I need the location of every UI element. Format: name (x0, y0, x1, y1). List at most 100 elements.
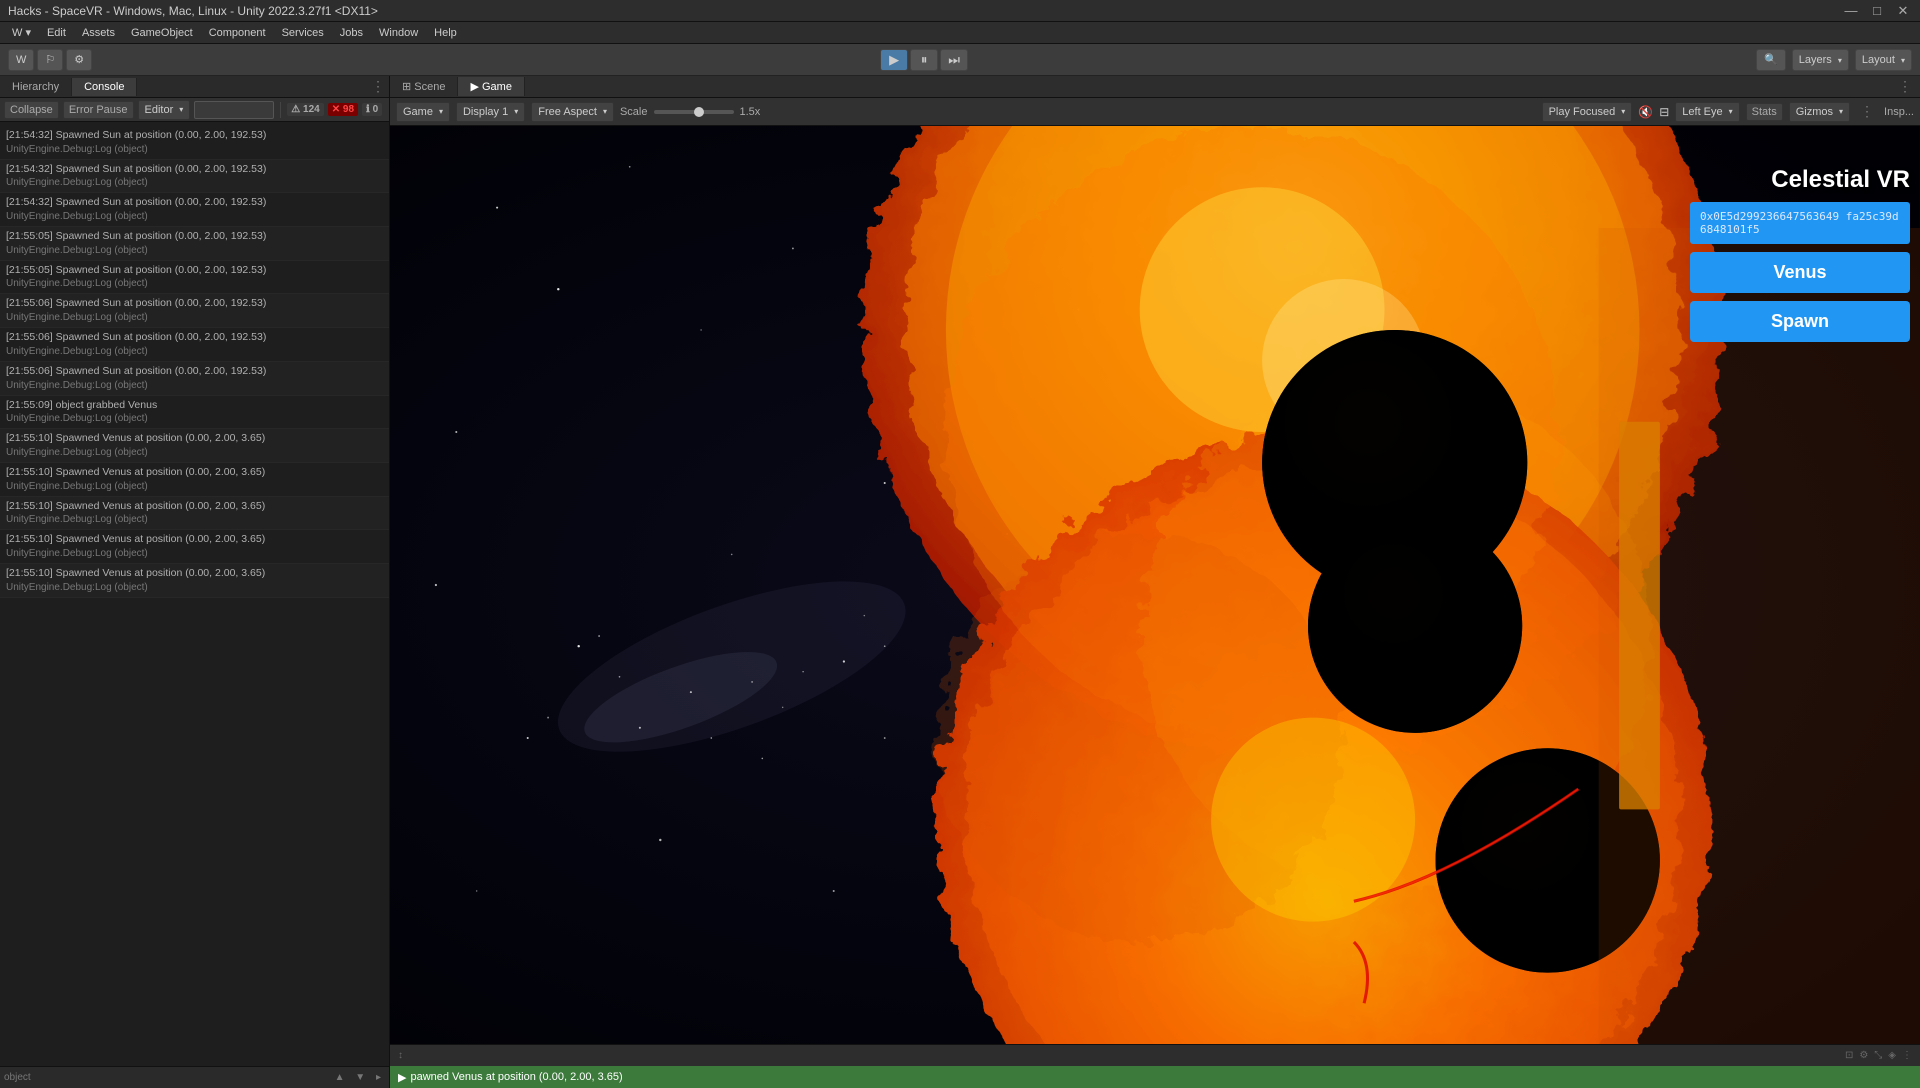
log-sub: UnityEngine.Debug:Log (object) (6, 480, 383, 494)
collapse-button[interactable]: Collapse (4, 101, 59, 119)
pause-button[interactable]: ⏸ (910, 49, 938, 71)
log-item[interactable]: [21:55:10] Spawned Venus at position (0.… (0, 564, 389, 598)
tab-game[interactable]: ▶ Game (458, 77, 524, 96)
mute-icon[interactable]: 🔇 (1638, 105, 1653, 119)
menu-services[interactable]: Services (274, 25, 332, 41)
minimize-button[interactable]: — (1842, 3, 1860, 19)
eye-dropdown[interactable]: Left Eye ▾ (1675, 102, 1739, 122)
display-dropdown[interactable]: Display 1 ▾ (456, 102, 525, 122)
console-toolbar: Collapse Error Pause Editor ▾ ⚠ 124 ✕ 98… (0, 98, 389, 122)
gizmos-dropdown[interactable]: Gizmos ▾ (1789, 102, 1850, 122)
log-item[interactable]: [21:55:10] Spawned Venus at position (0.… (0, 463, 389, 497)
menu-w[interactable]: W ▾ (4, 24, 39, 41)
error-pause-button[interactable]: Error Pause (63, 101, 134, 119)
log-item[interactable]: [21:55:05] Spawned Sun at position (0.00… (0, 261, 389, 295)
log-sub: UnityEngine.Debug:Log (object) (6, 244, 383, 258)
scale-value: 1.5x (740, 106, 761, 118)
search-button[interactable]: 🔍 (1756, 49, 1786, 71)
log-item[interactable]: [21:55:06] Spawned Sun at position (0.00… (0, 362, 389, 396)
layout-chevron: ▾ (1901, 56, 1905, 65)
log-item[interactable]: [21:55:06] Spawned Sun at position (0.00… (0, 328, 389, 362)
menu-gameobject[interactable]: GameObject (123, 25, 201, 41)
menu-jobs[interactable]: Jobs (332, 25, 371, 41)
game-dropdown[interactable]: Game ▾ (396, 102, 450, 122)
log-sub: UnityEngine.Debug:Log (object) (6, 446, 383, 460)
tabs-more[interactable]: ⋮ (1894, 78, 1920, 95)
log-item[interactable]: [21:54:32] Spawned Sun at position (0.00… (0, 193, 389, 227)
log-sub: UnityEngine.Debug:Log (object) (6, 547, 383, 561)
tab-console[interactable]: Console (72, 78, 137, 96)
game-more-btn[interactable]: ⋮ (1856, 103, 1878, 120)
log-sub: UnityEngine.Debug:Log (object) (6, 277, 383, 291)
log-item[interactable]: [21:55:05] Spawned Sun at position (0.00… (0, 227, 389, 261)
scroll-up-btn[interactable]: ▲ (331, 1072, 349, 1083)
log-sub: UnityEngine.Debug:Log (object) (6, 513, 383, 527)
log-item[interactable]: [21:54:32] Spawned Sun at position (0.00… (0, 126, 389, 160)
game-toolbar-right: Play Focused ▾ 🔇 ⊟ Left Eye ▾ Stats Gizm… (1542, 102, 1914, 122)
layout-dropdown[interactable]: Layout ▾ (1855, 49, 1912, 71)
log-main: [21:55:06] Spawned Sun at position (0.00… (6, 296, 383, 311)
menu-window[interactable]: Window (371, 25, 426, 41)
scale-slider-container (654, 110, 734, 114)
game-view[interactable]: Celestial VR 0x0E5d299236647563649 fa25c… (390, 126, 1920, 1044)
spawn-button[interactable]: Spawn (1690, 301, 1910, 342)
step-button[interactable]: ⏭ (940, 49, 968, 71)
log-main: [21:54:32] Spawned Sun at position (0.00… (6, 162, 383, 177)
tab-scene[interactable]: ⊞ Scene (390, 77, 458, 96)
log-main: [21:55:10] Spawned Venus at position (0.… (6, 566, 383, 581)
window-controls: — □ ✕ (1842, 3, 1912, 19)
game-toolbar: Game ▾ Display 1 ▾ Free Aspect ▾ Scale (390, 98, 1920, 126)
log-main: [21:55:10] Spawned Venus at position (0.… (6, 499, 383, 514)
scale-slider[interactable] (654, 110, 734, 114)
tool-settings[interactable]: ⚙ (66, 49, 92, 71)
log-sub: UnityEngine.Debug:Log (object) (6, 143, 383, 157)
left-panel-tabs: Hierarchy Console ⋮ (0, 76, 389, 98)
status-bar: ▶ pawned Venus at position (0.00, 2.00, … (390, 1066, 1920, 1088)
log-item[interactable]: [21:55:10] Spawned Venus at position (0.… (0, 530, 389, 564)
log-main: [21:54:32] Spawned Sun at position (0.00… (6, 195, 383, 210)
menu-edit[interactable]: Edit (39, 25, 74, 41)
vr-hash: 0x0E5d299236647563649 fa25c39d6848101f5 (1690, 202, 1910, 244)
tab-hierarchy[interactable]: Hierarchy (0, 78, 72, 96)
toolbar-right: 🔍 Layers ▾ Layout ▾ (1756, 49, 1912, 71)
menu-assets[interactable]: Assets (74, 25, 123, 41)
resize-icon: ⊡ (1845, 1050, 1853, 1061)
log-main: [21:55:05] Spawned Sun at position (0.00… (6, 263, 383, 278)
tool-buttons: W ⚐ ⚙ (8, 49, 92, 71)
maximize-button[interactable]: □ (1868, 3, 1886, 19)
log-item[interactable]: [21:55:06] Spawned Sun at position (0.00… (0, 294, 389, 328)
log-item[interactable]: [21:55:10] Spawned Venus at position (0.… (0, 497, 389, 531)
close-button[interactable]: ✕ (1894, 3, 1912, 19)
badge-error: ✕ 98 (328, 103, 358, 116)
stats-button[interactable]: Stats (1746, 103, 1783, 121)
content-area: Hierarchy Console ⋮ Collapse Error Pause… (0, 76, 1920, 1088)
play-focused-dropdown[interactable]: Play Focused ▾ (1542, 102, 1633, 122)
game-icon: ▶ (470, 81, 482, 93)
log-main: [21:55:10] Spawned Venus at position (0.… (6, 431, 383, 446)
play-button[interactable]: ▶ (880, 49, 908, 71)
three-dots-2[interactable]: ⋮ (1902, 1050, 1912, 1061)
log-item[interactable]: [21:55:10] Spawned Venus at position (0.… (0, 429, 389, 463)
tool-e[interactable]: ⚐ (37, 49, 63, 71)
venus-button[interactable]: Venus (1690, 252, 1910, 293)
log-sub: UnityEngine.Debug:Log (object) (6, 311, 383, 325)
left-panel: Hierarchy Console ⋮ Collapse Error Pause… (0, 76, 390, 1088)
vr-icon: ⊟ (1659, 105, 1669, 119)
menu-component[interactable]: Component (201, 25, 274, 41)
scroll-right-btn[interactable]: ▸ (372, 1072, 385, 1083)
scroll-down-btn[interactable]: ▼ (351, 1072, 369, 1083)
badge-warn: ⚠ 124 (287, 103, 323, 116)
console-search[interactable] (194, 101, 274, 119)
log-item[interactable]: [21:54:32] Spawned Sun at position (0.00… (0, 160, 389, 194)
layers-dropdown[interactable]: Layers ▾ (1792, 49, 1849, 71)
aspect-dropdown[interactable]: Free Aspect ▾ (531, 102, 614, 122)
center-panel: ⊞ Scene ▶ Game ⋮ Game ▾ (390, 76, 1920, 1088)
menu-help[interactable]: Help (426, 25, 465, 41)
panel-more[interactable]: ⋮ (367, 78, 389, 95)
app-window: Hacks - SpaceVR - Windows, Mac, Linux - … (0, 0, 1920, 1088)
log-item[interactable]: [21:55:09] object grabbed Venus UnityEng… (0, 396, 389, 430)
editor-dropdown[interactable]: Editor ▾ (138, 100, 191, 120)
log-sub: UnityEngine.Debug:Log (object) (6, 581, 383, 595)
vr-overlay: Celestial VR 0x0E5d299236647563649 fa25c… (1690, 166, 1910, 342)
tool-w[interactable]: W (8, 49, 34, 71)
